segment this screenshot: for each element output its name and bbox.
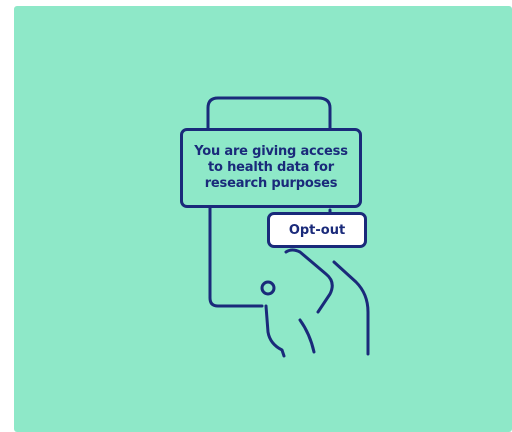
consent-notice: You are giving access to health data for… — [180, 128, 362, 208]
consent-notice-text: You are giving access to health data for… — [194, 144, 348, 191]
hand-holding-phone-icon — [206, 96, 370, 358]
opt-out-button[interactable]: Opt-out — [267, 212, 367, 248]
opt-out-label: Opt-out — [288, 222, 346, 238]
